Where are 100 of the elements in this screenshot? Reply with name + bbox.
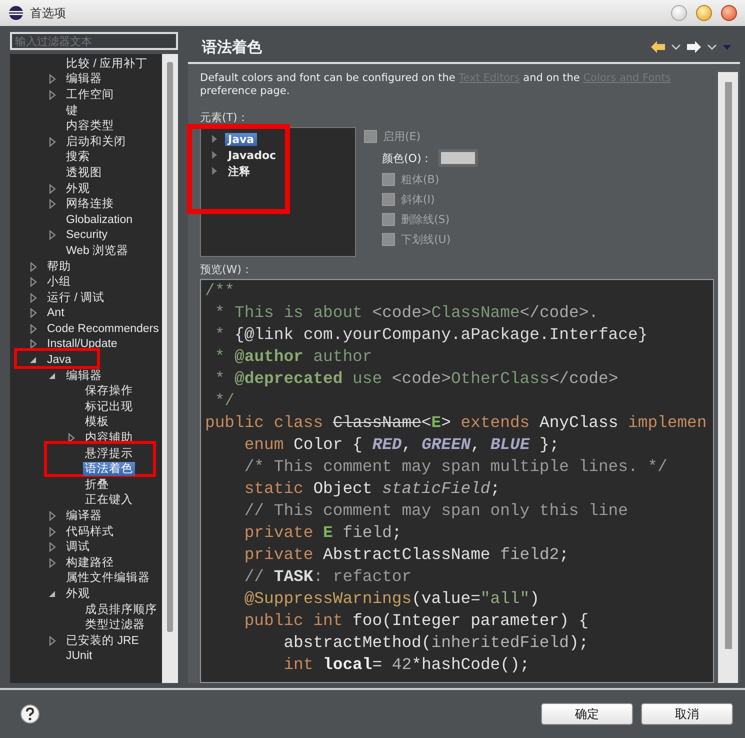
- tree-item[interactable]: 启动和关闭: [64, 134, 128, 149]
- scrollbar[interactable]: [162, 54, 178, 683]
- tree-item[interactable]: 属性文件编辑器: [64, 571, 152, 586]
- color-label: 颜色(O)：: [382, 150, 432, 166]
- maximize-button[interactable]: [696, 5, 712, 21]
- tree-item[interactable]: 工作空间: [64, 88, 116, 102]
- back-arrow-icon[interactable]: [650, 40, 666, 54]
- close-button[interactable]: [721, 5, 737, 21]
- tree-item[interactable]: 外观: [64, 586, 92, 601]
- expand-arrow-icon[interactable]: [47, 511, 57, 522]
- forward-arrow-icon[interactable]: [686, 40, 702, 54]
- tree-item[interactable]: Web 浏览器: [64, 244, 131, 258]
- tree-item[interactable]: Code Recommenders: [45, 322, 161, 336]
- expand-arrow-icon[interactable]: [47, 558, 57, 568]
- color-picker-button[interactable]: [438, 149, 478, 167]
- collapse-arrow-icon[interactable]: [28, 355, 38, 366]
- tree-item[interactable]: 折叠: [83, 478, 111, 492]
- checkbox-label: 删除线(S): [401, 212, 450, 227]
- dialog-button[interactable]: 确定: [541, 703, 633, 725]
- tree-item[interactable]: Ant: [45, 306, 66, 320]
- code-line: static Object staticField;: [243, 478, 502, 500]
- tree-item[interactable]: 成员排序顺序: [83, 602, 159, 617]
- caret-icon[interactable]: [707, 43, 717, 51]
- scrollbar[interactable]: [718, 72, 738, 683]
- tree-item[interactable]: 键: [64, 104, 80, 118]
- expand-arrow-icon[interactable]: [47, 199, 57, 210]
- tree-item[interactable]: Security: [64, 228, 110, 242]
- collapse-arrow-icon[interactable]: [47, 370, 57, 381]
- code-line: enum Color { RED, GREEN, BLUE };: [243, 434, 560, 456]
- expand-arrow-icon[interactable]: [28, 262, 38, 272]
- tree-item[interactable]: 类型过滤器: [83, 618, 147, 632]
- checkbox-label: 粗体(B): [401, 172, 440, 187]
- checkbox[interactable]: [382, 233, 395, 246]
- dialog-button[interactable]: 取消: [641, 703, 733, 725]
- expand-arrow-icon[interactable]: [47, 136, 57, 147]
- tree-item[interactable]: Javadoc: [225, 148, 280, 162]
- expand-arrow-icon[interactable]: [28, 292, 38, 303]
- expand-arrow-icon[interactable]: [47, 184, 57, 194]
- expand-arrow-icon[interactable]: [47, 90, 57, 100]
- checkbox[interactable]: [364, 130, 377, 143]
- expand-arrow-icon[interactable]: [47, 74, 57, 84]
- tree-item[interactable]: 帮助: [45, 260, 73, 274]
- checkbox[interactable]: [382, 193, 395, 206]
- expand-arrow-icon[interactable]: [47, 542, 57, 552]
- checkbox-label: 下划线(U): [401, 232, 451, 247]
- code-line: abstractMethod(inheritedField);: [282, 632, 590, 654]
- tree-item[interactable]: Java: [45, 353, 74, 368]
- checkbox[interactable]: [382, 173, 395, 186]
- tree-item[interactable]: 编辑器: [64, 72, 104, 86]
- code-line: /**: [205, 280, 236, 302]
- tree-item[interactable]: 运行 / 调试: [45, 290, 107, 305]
- tree-item[interactable]: 编辑器: [64, 368, 104, 383]
- expand-arrow-icon[interactable]: [47, 230, 57, 240]
- expand-arrow-icon[interactable]: [28, 308, 38, 318]
- expand-arrow-icon[interactable]: [28, 339, 38, 350]
- code-line: */: [214, 390, 236, 412]
- expand-arrow-icon[interactable]: [28, 277, 38, 288]
- checkbox-label: 斜体(I): [401, 192, 435, 207]
- code-line: // TASK: refactor: [243, 566, 413, 588]
- tree-item[interactable]: 比较 / 应用补丁: [64, 56, 150, 71]
- tree-item[interactable]: 编译器: [64, 509, 104, 524]
- collapse-arrow-icon[interactable]: [47, 588, 57, 599]
- checkbox[interactable]: [382, 213, 395, 226]
- code-line: private E field;: [243, 522, 403, 544]
- filter-field[interactable]: 输入过滤器文本: [10, 32, 178, 50]
- tree-item[interactable]: 外观: [64, 182, 92, 196]
- caret-icon[interactable]: [671, 43, 681, 51]
- tree-item[interactable]: 小组: [45, 275, 73, 290]
- tree-item[interactable]: Java: [225, 132, 258, 146]
- tree-item[interactable]: 代码样式: [64, 524, 116, 539]
- checkbox-label: 启用(E): [383, 129, 421, 144]
- expand-arrow-icon[interactable]: [47, 526, 57, 537]
- expand-arrow-icon[interactable]: [28, 324, 38, 334]
- tree-item[interactable]: 语法着色: [83, 462, 135, 476]
- tree-item[interactable]: Install/Update: [45, 337, 120, 352]
- help-icon[interactable]: [20, 704, 40, 724]
- tree-item[interactable]: 标记出现: [83, 400, 135, 414]
- tree-item[interactable]: 调试: [64, 540, 92, 554]
- code-line: * @author author: [214, 346, 374, 368]
- tree-item[interactable]: 透视图: [64, 166, 104, 180]
- tree-item[interactable]: 搜索: [64, 150, 92, 164]
- code-line: * {@link com.yourCompany.aPackage.Interface}: [214, 324, 649, 346]
- expand-arrow-icon[interactable]: [47, 636, 57, 646]
- tree-item[interactable]: 已安装的 JRE: [64, 634, 141, 648]
- tree-item[interactable]: 注释: [225, 164, 253, 178]
- tree-item[interactable]: 正在键入: [83, 493, 135, 508]
- tree-item[interactable]: 内容类型: [64, 119, 116, 134]
- code-line: public int foo(Integer parameter) {: [243, 610, 590, 632]
- expand-arrow-icon[interactable]: [66, 433, 76, 444]
- page-title: 语法着色: [202, 38, 262, 56]
- tree-item[interactable]: 模板: [83, 415, 111, 430]
- tree-item[interactable]: 网络连接: [64, 197, 116, 212]
- tree-item[interactable]: Globalization: [64, 212, 134, 227]
- tree-item[interactable]: 保存操作: [83, 384, 135, 398]
- tree-item[interactable]: 构建路径: [64, 556, 116, 570]
- code-line: public class ClassName<E> extends AnyClass implemen: [205, 412, 708, 434]
- tree-item[interactable]: JUnit: [64, 649, 94, 664]
- code-line: // This comment may span only this line: [243, 500, 629, 522]
- code-line: private AbstractClassName field2;: [243, 544, 570, 566]
- tree-item[interactable]: 悬浮提示: [83, 446, 135, 461]
